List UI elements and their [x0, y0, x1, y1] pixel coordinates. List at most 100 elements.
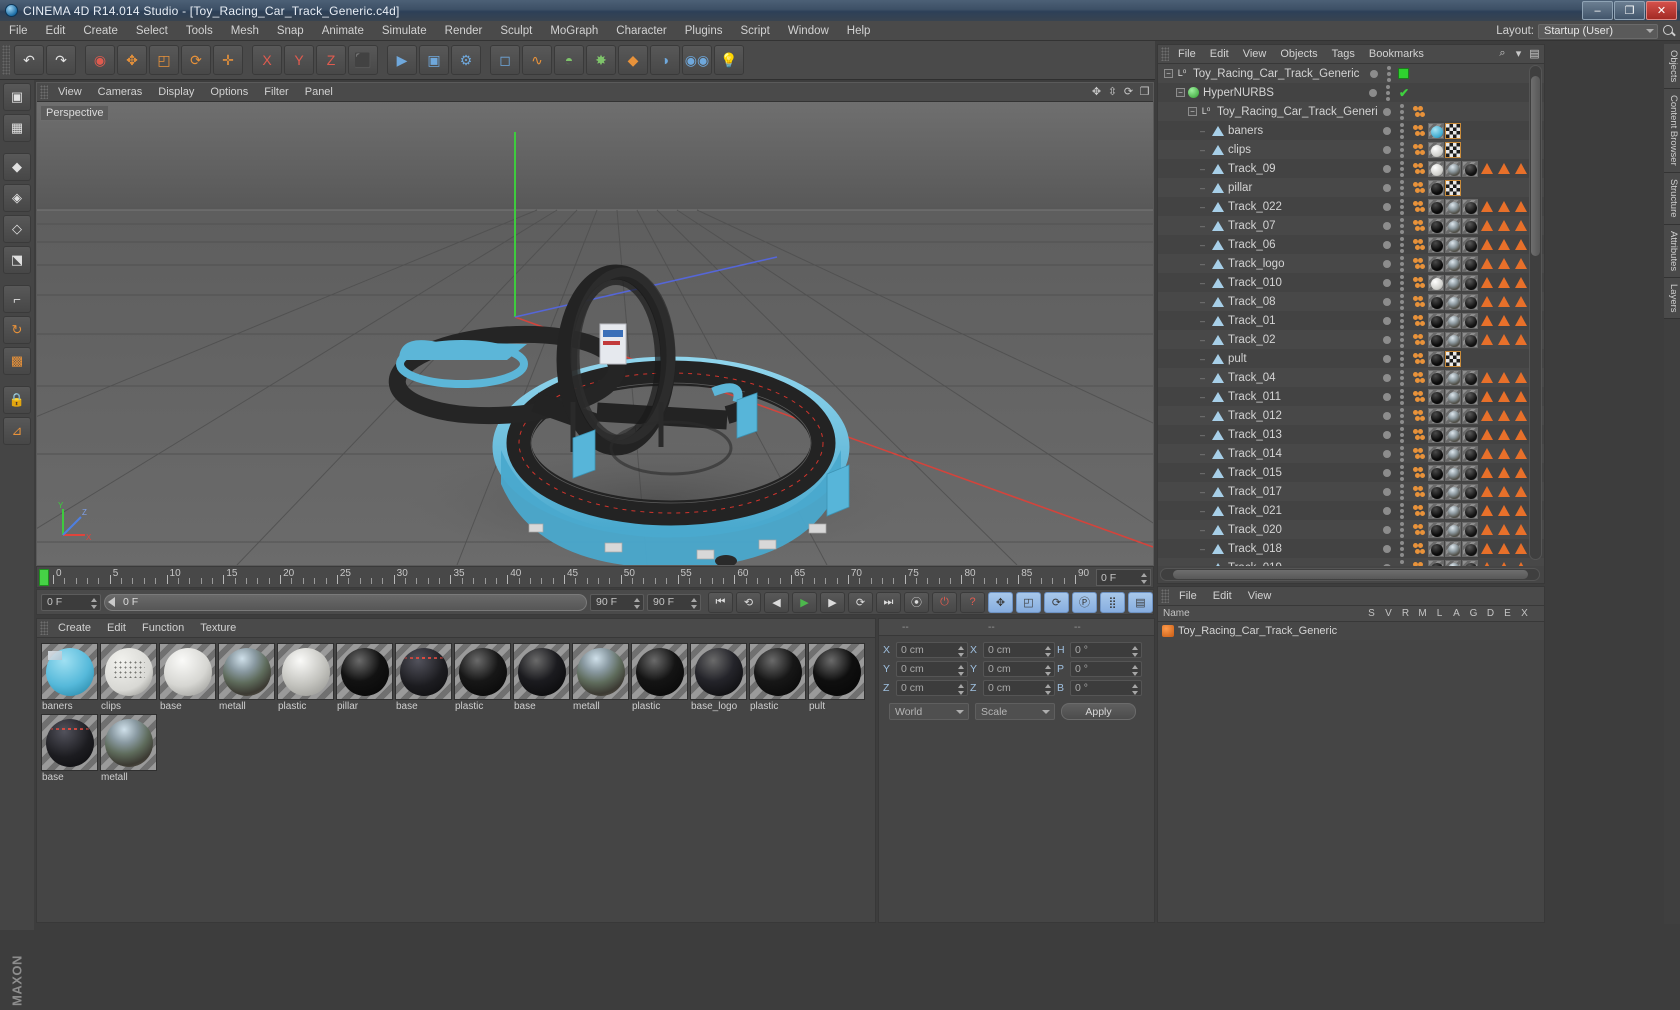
visibility-render-dots[interactable]: [1385, 84, 1390, 101]
object-row[interactable]: – Track_013: [1158, 425, 1544, 444]
viewport-menu-display[interactable]: Display: [150, 83, 202, 102]
selection-tag-icon[interactable]: [1496, 296, 1512, 307]
selection-tag-icon[interactable]: [1496, 486, 1512, 497]
material-tag-icon[interactable]: [1462, 293, 1478, 310]
material-menu-texture[interactable]: Texture: [192, 619, 244, 638]
selection-tag-icon[interactable]: [1496, 201, 1512, 212]
material-tag-icon[interactable]: [1462, 502, 1478, 519]
tag-dots-icon[interactable]: [1412, 539, 1427, 558]
material-cell[interactable]: clips: [100, 643, 157, 712]
visibility-render-dots[interactable]: [1387, 65, 1391, 82]
selection-tag-icon[interactable]: [1479, 505, 1495, 516]
material-tag-icon[interactable]: [1445, 369, 1461, 386]
menu-item-edit[interactable]: Edit: [37, 21, 75, 41]
material-tag-icon[interactable]: [1462, 388, 1478, 405]
move-button[interactable]: ✥: [117, 45, 147, 75]
visibility-editor-dot[interactable]: [1383, 183, 1391, 192]
visibility-editor-dot[interactable]: [1370, 69, 1378, 78]
points-mode-button[interactable]: ◈: [3, 184, 31, 212]
dock-tab-content-browser[interactable]: Content Browser: [1664, 89, 1680, 173]
selection-tag-icon[interactable]: [1479, 277, 1495, 288]
material-tag-icon[interactable]: [1445, 445, 1461, 462]
menu-item-character[interactable]: Character: [607, 21, 676, 41]
workplane-button[interactable]: ⌐: [3, 285, 31, 313]
material-tag-icon[interactable]: [1462, 274, 1478, 291]
material-cell[interactable]: plastic: [631, 643, 688, 712]
selection-tag-icon[interactable]: [1496, 334, 1512, 345]
material-tag-icon[interactable]: [1445, 483, 1461, 500]
material-cell[interactable]: base: [513, 643, 570, 712]
tag-dots-icon[interactable]: [1412, 178, 1427, 197]
expand-collapse-icon[interactable]: −: [1176, 88, 1185, 97]
visibility-render-dots[interactable]: [1400, 179, 1404, 196]
material-tag-icon[interactable]: [1428, 540, 1444, 557]
coordinate-rotation-field[interactable]: 0 °: [1070, 679, 1142, 696]
selection-tag-icon[interactable]: [1479, 448, 1495, 459]
selection-tag-icon[interactable]: [1496, 372, 1512, 383]
selection-tag-icon[interactable]: [1479, 258, 1495, 269]
material-tag-icon[interactable]: [1462, 369, 1478, 386]
visibility-render-dots[interactable]: [1400, 502, 1404, 519]
material-cell[interactable]: plastic: [749, 643, 806, 712]
selection-tag-icon[interactable]: [1496, 391, 1512, 402]
material-cell[interactable]: plastic: [277, 643, 334, 712]
material-menu-function[interactable]: Function: [134, 619, 192, 638]
object-row[interactable]: – Track_017: [1158, 482, 1544, 501]
material-menu-create[interactable]: Create: [50, 619, 99, 638]
object-row[interactable]: – pillar: [1158, 178, 1544, 197]
layer-menu-edit[interactable]: Edit: [1205, 587, 1240, 606]
selection-tag-icon[interactable]: [1496, 524, 1512, 535]
selection-tag-icon[interactable]: [1513, 315, 1529, 326]
tag-dots-icon[interactable]: [1412, 387, 1427, 406]
selection-tag-icon[interactable]: [1513, 258, 1529, 269]
selection-tag-icon[interactable]: [1479, 372, 1495, 383]
object-row[interactable]: − L⁰ Toy_Racing_Car_Track_Generi: [1158, 102, 1544, 121]
toolbar-grip[interactable]: [2, 45, 10, 75]
dock-tab-structure[interactable]: Structure: [1664, 172, 1680, 225]
material-thumbnail[interactable]: [395, 643, 452, 700]
selection-tag-icon[interactable]: [1496, 448, 1512, 459]
texture-tag-icon[interactable]: [1445, 122, 1461, 139]
material-cell[interactable]: metall: [100, 714, 157, 783]
material-cell[interactable]: base_logo: [690, 643, 747, 712]
coordinate-size-field[interactable]: 0 cm: [983, 660, 1055, 677]
material-tag-icon[interactable]: [1428, 521, 1444, 538]
tag-dots-icon[interactable]: [1412, 311, 1427, 330]
play-forward-button[interactable]: ▶: [792, 591, 817, 613]
material-thumbnail[interactable]: [41, 714, 98, 771]
render-view-button[interactable]: ▶: [387, 45, 417, 75]
object-row[interactable]: – clips: [1158, 140, 1544, 159]
visibility-render-dots[interactable]: [1400, 255, 1404, 272]
selection-tag-icon[interactable]: [1513, 429, 1529, 440]
selection-tag-icon[interactable]: [1479, 201, 1495, 212]
add-button[interactable]: ✛: [213, 45, 243, 75]
selection-tag-icon[interactable]: [1479, 486, 1495, 497]
edges-mode-button[interactable]: ◇: [3, 215, 31, 243]
tag-dots-icon[interactable]: [1412, 197, 1427, 216]
tag-dots-icon[interactable]: [1412, 121, 1427, 140]
material-tag-icon[interactable]: [1428, 388, 1444, 405]
material-tag-icon[interactable]: [1428, 160, 1444, 177]
tag-dots-icon[interactable]: [1412, 558, 1427, 566]
keyframe-selection-button[interactable]: ?: [960, 591, 985, 613]
menu-item-sculpt[interactable]: Sculpt: [491, 21, 541, 41]
expand-collapse-icon[interactable]: −: [1188, 107, 1197, 116]
visibility-editor-dot[interactable]: [1383, 430, 1391, 439]
coordinate-position-field[interactable]: 0 cm: [896, 641, 968, 658]
material-tag-icon[interactable]: [1428, 464, 1444, 481]
material-tag-icon[interactable]: [1462, 407, 1478, 424]
timeline-playhead[interactable]: [39, 569, 49, 586]
material-thumbnail[interactable]: [808, 643, 865, 700]
object-menu-file[interactable]: File: [1171, 45, 1203, 64]
visibility-render-dots[interactable]: [1400, 426, 1404, 443]
rotate-view-icon[interactable]: ⟳: [1122, 85, 1135, 98]
viewport-menu-filter[interactable]: Filter: [256, 83, 296, 102]
lock-button[interactable]: 🔒: [3, 386, 31, 414]
viewport-solo-button[interactable]: ▩: [3, 347, 31, 375]
selection-tag-icon[interactable]: [1513, 543, 1529, 554]
nurbs-button[interactable]: ◓: [554, 45, 584, 75]
visibility-render-dots[interactable]: [1400, 483, 1404, 500]
material-tag-icon[interactable]: [1462, 236, 1478, 253]
material-tag-icon[interactable]: [1428, 122, 1444, 139]
material-tag-icon[interactable]: [1462, 255, 1478, 272]
